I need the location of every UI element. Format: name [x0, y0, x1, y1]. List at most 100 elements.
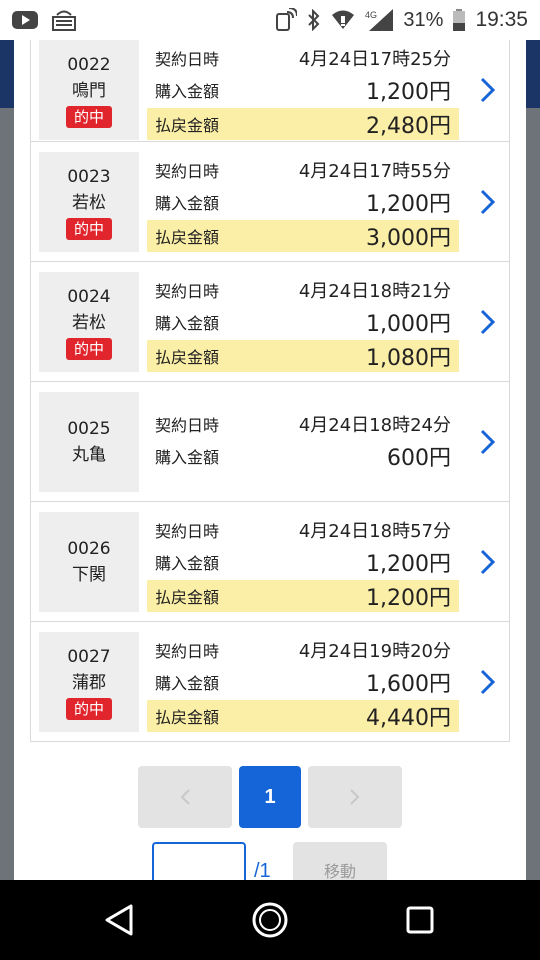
payout-row: 払戻金額 4,440円	[147, 700, 459, 732]
venue-box: 0022 鳴門的中	[39, 40, 139, 140]
contract-time-label: 契約日時	[155, 282, 220, 301]
youtube-icon	[12, 10, 38, 30]
venue-box: 0024 若松的中	[39, 272, 139, 372]
home-button[interactable]	[246, 898, 294, 942]
purchase-value: 1,000円	[366, 312, 451, 337]
record-card[interactable]: 0024 若松的中 契約日時 4月24日18時21分購入金額 1,000円払戻金額 1,0…	[31, 262, 509, 382]
race-number: 0026	[67, 539, 111, 559]
venue-name: 若松	[72, 193, 106, 213]
nfc-icon	[275, 8, 298, 32]
battery-percent: 31%	[403, 8, 444, 31]
recents-square-icon	[406, 906, 434, 934]
payout-row: 払戻金額 1,200円	[147, 580, 459, 612]
hit-badge: 的中	[65, 698, 112, 720]
venue-name: 若松	[72, 313, 106, 333]
news-icon	[52, 9, 76, 31]
venue-box: 0023 若松 的中	[39, 152, 139, 252]
purchase-value: 600円	[387, 446, 451, 471]
record-card[interactable]: 0025 丸亀 契約日時 4月24日18時24分購入金額 600円	[31, 382, 509, 502]
contract-time-label: 契約日時	[155, 162, 220, 181]
payout-label: 払戻金額	[155, 708, 220, 727]
payout-row: 払戻金額 1,080円	[147, 340, 459, 372]
navigation-bar	[0, 880, 540, 960]
contract-time-row: 契約日時 4月24日18時21分	[147, 274, 459, 306]
chevron-right-icon	[480, 669, 496, 695]
next-page-button[interactable]	[308, 766, 402, 828]
chevron-right-icon	[480, 549, 496, 575]
purchase-label: 購入金額	[155, 194, 220, 213]
payout-value: 2,480円	[366, 114, 451, 139]
bluetooth-icon	[307, 9, 321, 31]
payout-label: 払戻金額	[155, 348, 220, 367]
contract-time-value: 4月24日17時25分	[298, 49, 451, 70]
status-bar: 4G 31% 19:35	[0, 0, 540, 40]
venue-name: 鳴門	[72, 81, 106, 101]
record-card[interactable]: 0023 若松 的中 契約日時 4月24日17時55分 購入金額 1,200円 払戻金額 3,0…	[31, 142, 509, 262]
move-button[interactable]: 移動	[293, 842, 387, 880]
venue-name: 下関	[72, 565, 106, 585]
wifi-icon	[331, 10, 355, 30]
purchase-label: 購入金額	[155, 448, 220, 467]
race-number: 0025	[67, 419, 111, 439]
hit-badge: 的中	[65, 338, 112, 360]
venue-box: 0025 丸亀	[39, 392, 139, 492]
current-page-button[interactable]: 1	[239, 766, 301, 828]
contract-time-row: 契約日時 4月24日17時25分	[147, 42, 459, 74]
purchase-value: 1,200円	[366, 80, 451, 105]
payout-value: 4,440円	[366, 706, 451, 731]
home-circle-icon	[252, 902, 288, 938]
chevron-right-icon	[480, 429, 496, 455]
page-jump: /1 移動	[14, 842, 526, 880]
background-page-left	[0, 40, 14, 880]
venue-box: 0027 蒲郡 的中	[39, 632, 139, 732]
purchase-value: 1,600円	[366, 672, 451, 697]
hit-badge: 的中	[65, 106, 112, 128]
recents-button[interactable]	[396, 898, 444, 942]
purchase-label: 購入金額	[155, 554, 220, 573]
prev-page-button[interactable]	[138, 766, 232, 828]
payout-row: 払戻金額 2,480円	[147, 108, 459, 140]
payout-value: 1,080円	[366, 346, 451, 371]
purchase-label: 購入金額	[155, 314, 220, 333]
purchase-row: 購入金額 1,200円	[147, 546, 459, 578]
chevron-left-icon	[180, 789, 190, 805]
chevron-right-icon	[480, 309, 496, 335]
record-card[interactable]: 0027 蒲郡 的中 契約日時 4月24日19時20分 購入金額 1,600円 払戻金額 4,4…	[31, 622, 509, 742]
contract-time-label: 契約日時	[155, 522, 220, 541]
purchase-row: 購入金額 1,600円	[147, 666, 459, 698]
purchase-row: 購入金額 1,200円	[147, 74, 459, 106]
back-triangle-icon	[105, 904, 133, 936]
contract-time-value: 4月24日18時24分	[298, 415, 451, 436]
contract-time-row: 契約日時 4月24日19時20分	[147, 634, 459, 666]
purchase-label: 購入金額	[155, 674, 220, 693]
chevron-right-icon	[480, 189, 496, 215]
payout-label: 払戻金額	[155, 588, 220, 607]
purchase-value: 1,200円	[366, 552, 451, 577]
contract-time-row: 契約日時 4月24日17時55分	[147, 154, 459, 186]
race-number: 0024	[67, 287, 111, 307]
pagination: 1	[14, 766, 526, 830]
payout-label: 払戻金額	[155, 116, 220, 135]
contract-time-label: 契約日時	[155, 416, 220, 435]
purchase-row: 購入金額 1,000円	[147, 306, 459, 338]
total-pages-label: /1	[254, 860, 271, 880]
payout-value: 1,200円	[366, 586, 451, 611]
page-number-input[interactable]	[152, 842, 246, 880]
payout-row: 払戻金額 3,000円	[147, 220, 459, 252]
battery-icon	[453, 9, 466, 31]
contract-time-label: 契約日時	[155, 50, 220, 69]
record-list: 0022 鳴門 的中 契約日時 4月24日17時25分 購入金額 1,200円 払戻金額 2,4…	[30, 40, 510, 742]
record-card[interactable]: 0022 鳴門的中 契約日時 4月24日17時25分購入金額 1,200円払戻金額 2,4…	[31, 40, 509, 142]
signal-icon: 4G	[365, 9, 394, 31]
record-card[interactable]: 0026 下関 契約日時 4月24日18時57分 購入金額 1,200円 払戻金額 1,200…	[31, 502, 509, 622]
race-number: 0022	[67, 55, 111, 75]
venue-name: 蒲郡	[72, 673, 106, 693]
contract-time-label: 契約日時	[155, 642, 220, 661]
back-button[interactable]	[96, 898, 144, 942]
clock: 19:35	[475, 8, 528, 31]
hit-badge: 的中	[65, 218, 112, 240]
contract-time-row: 契約日時 4月24日18時57分	[147, 514, 459, 546]
contract-time-value: 4月24日18時57分	[298, 521, 451, 542]
venue-box: 0026 下関	[39, 512, 139, 612]
contract-time-value: 4月24日18時21分	[298, 281, 451, 302]
